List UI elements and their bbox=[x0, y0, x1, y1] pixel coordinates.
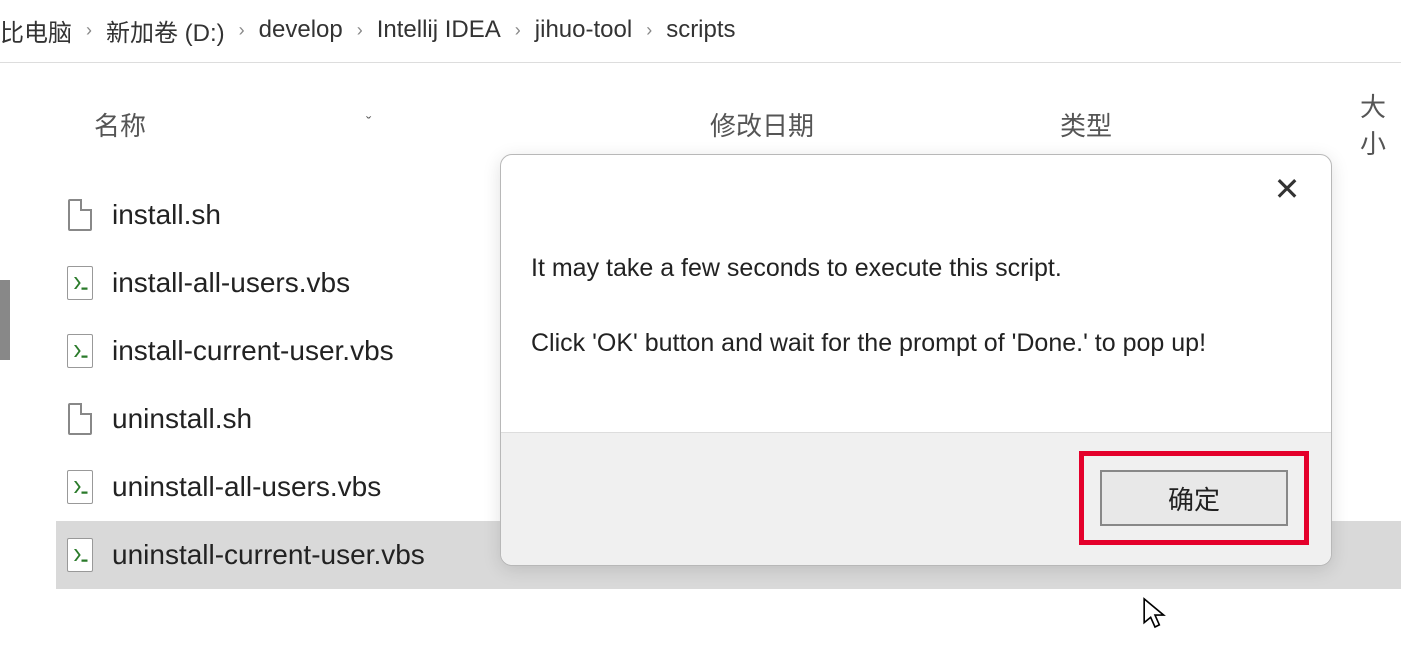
file-name: uninstall-current-user.vbs bbox=[112, 539, 425, 571]
breadcrumb-item[interactable]: 新加卷 (D:) bbox=[106, 13, 225, 48]
column-name[interactable]: 名称 ˇ bbox=[0, 106, 710, 143]
file-name: install.sh bbox=[112, 199, 221, 231]
message-dialog: ✕ It may take a few seconds to execute t… bbox=[500, 154, 1332, 566]
vbs-file-icon bbox=[66, 333, 94, 369]
breadcrumb-item[interactable]: 比电脑 bbox=[0, 13, 72, 48]
breadcrumb: 比电脑 › 新加卷 (D:) › develop › Intellij IDEA… bbox=[0, 0, 1401, 60]
breadcrumb-item[interactable]: Intellij IDEA bbox=[377, 16, 501, 44]
file-name: install-current-user.vbs bbox=[112, 335, 394, 367]
chevron-right-icon: › bbox=[357, 20, 363, 41]
chevron-right-icon: › bbox=[646, 20, 652, 41]
vbs-file-icon bbox=[66, 265, 94, 301]
column-size[interactable]: 大小 bbox=[1360, 87, 1401, 161]
ok-highlight: 确定 bbox=[1079, 451, 1309, 545]
chevron-right-icon: › bbox=[86, 20, 92, 41]
vbs-file-icon bbox=[66, 537, 94, 573]
dialog-text-line: It may take a few seconds to execute thi… bbox=[531, 251, 1301, 286]
file-name: uninstall-all-users.vbs bbox=[112, 471, 381, 503]
vbs-file-icon bbox=[66, 469, 94, 505]
breadcrumb-item[interactable]: scripts bbox=[666, 16, 735, 44]
column-date[interactable]: 修改日期 bbox=[710, 106, 1060, 143]
breadcrumb-item[interactable]: develop bbox=[259, 16, 343, 44]
file-icon bbox=[66, 401, 94, 437]
ok-button[interactable]: 确定 bbox=[1100, 470, 1288, 526]
column-name-label: 名称 bbox=[94, 106, 146, 143]
dialog-header: ✕ bbox=[501, 155, 1331, 205]
dialog-body: It may take a few seconds to execute thi… bbox=[501, 205, 1331, 361]
scrollbar-hint[interactable] bbox=[0, 280, 10, 360]
file-name: install-all-users.vbs bbox=[112, 267, 350, 299]
dialog-footer: 确定 bbox=[501, 432, 1331, 565]
file-name: uninstall.sh bbox=[112, 403, 252, 435]
file-icon bbox=[66, 197, 94, 233]
close-icon[interactable]: ✕ bbox=[1269, 173, 1305, 205]
chevron-right-icon: › bbox=[515, 20, 521, 41]
dialog-text-line: Click 'OK' button and wait for the promp… bbox=[531, 326, 1301, 361]
column-type[interactable]: 类型 bbox=[1060, 106, 1360, 143]
sort-caret-icon: ˇ bbox=[366, 115, 371, 133]
breadcrumb-item[interactable]: jihuo-tool bbox=[535, 16, 632, 44]
cursor-icon bbox=[1142, 596, 1168, 632]
chevron-right-icon: › bbox=[239, 20, 245, 41]
